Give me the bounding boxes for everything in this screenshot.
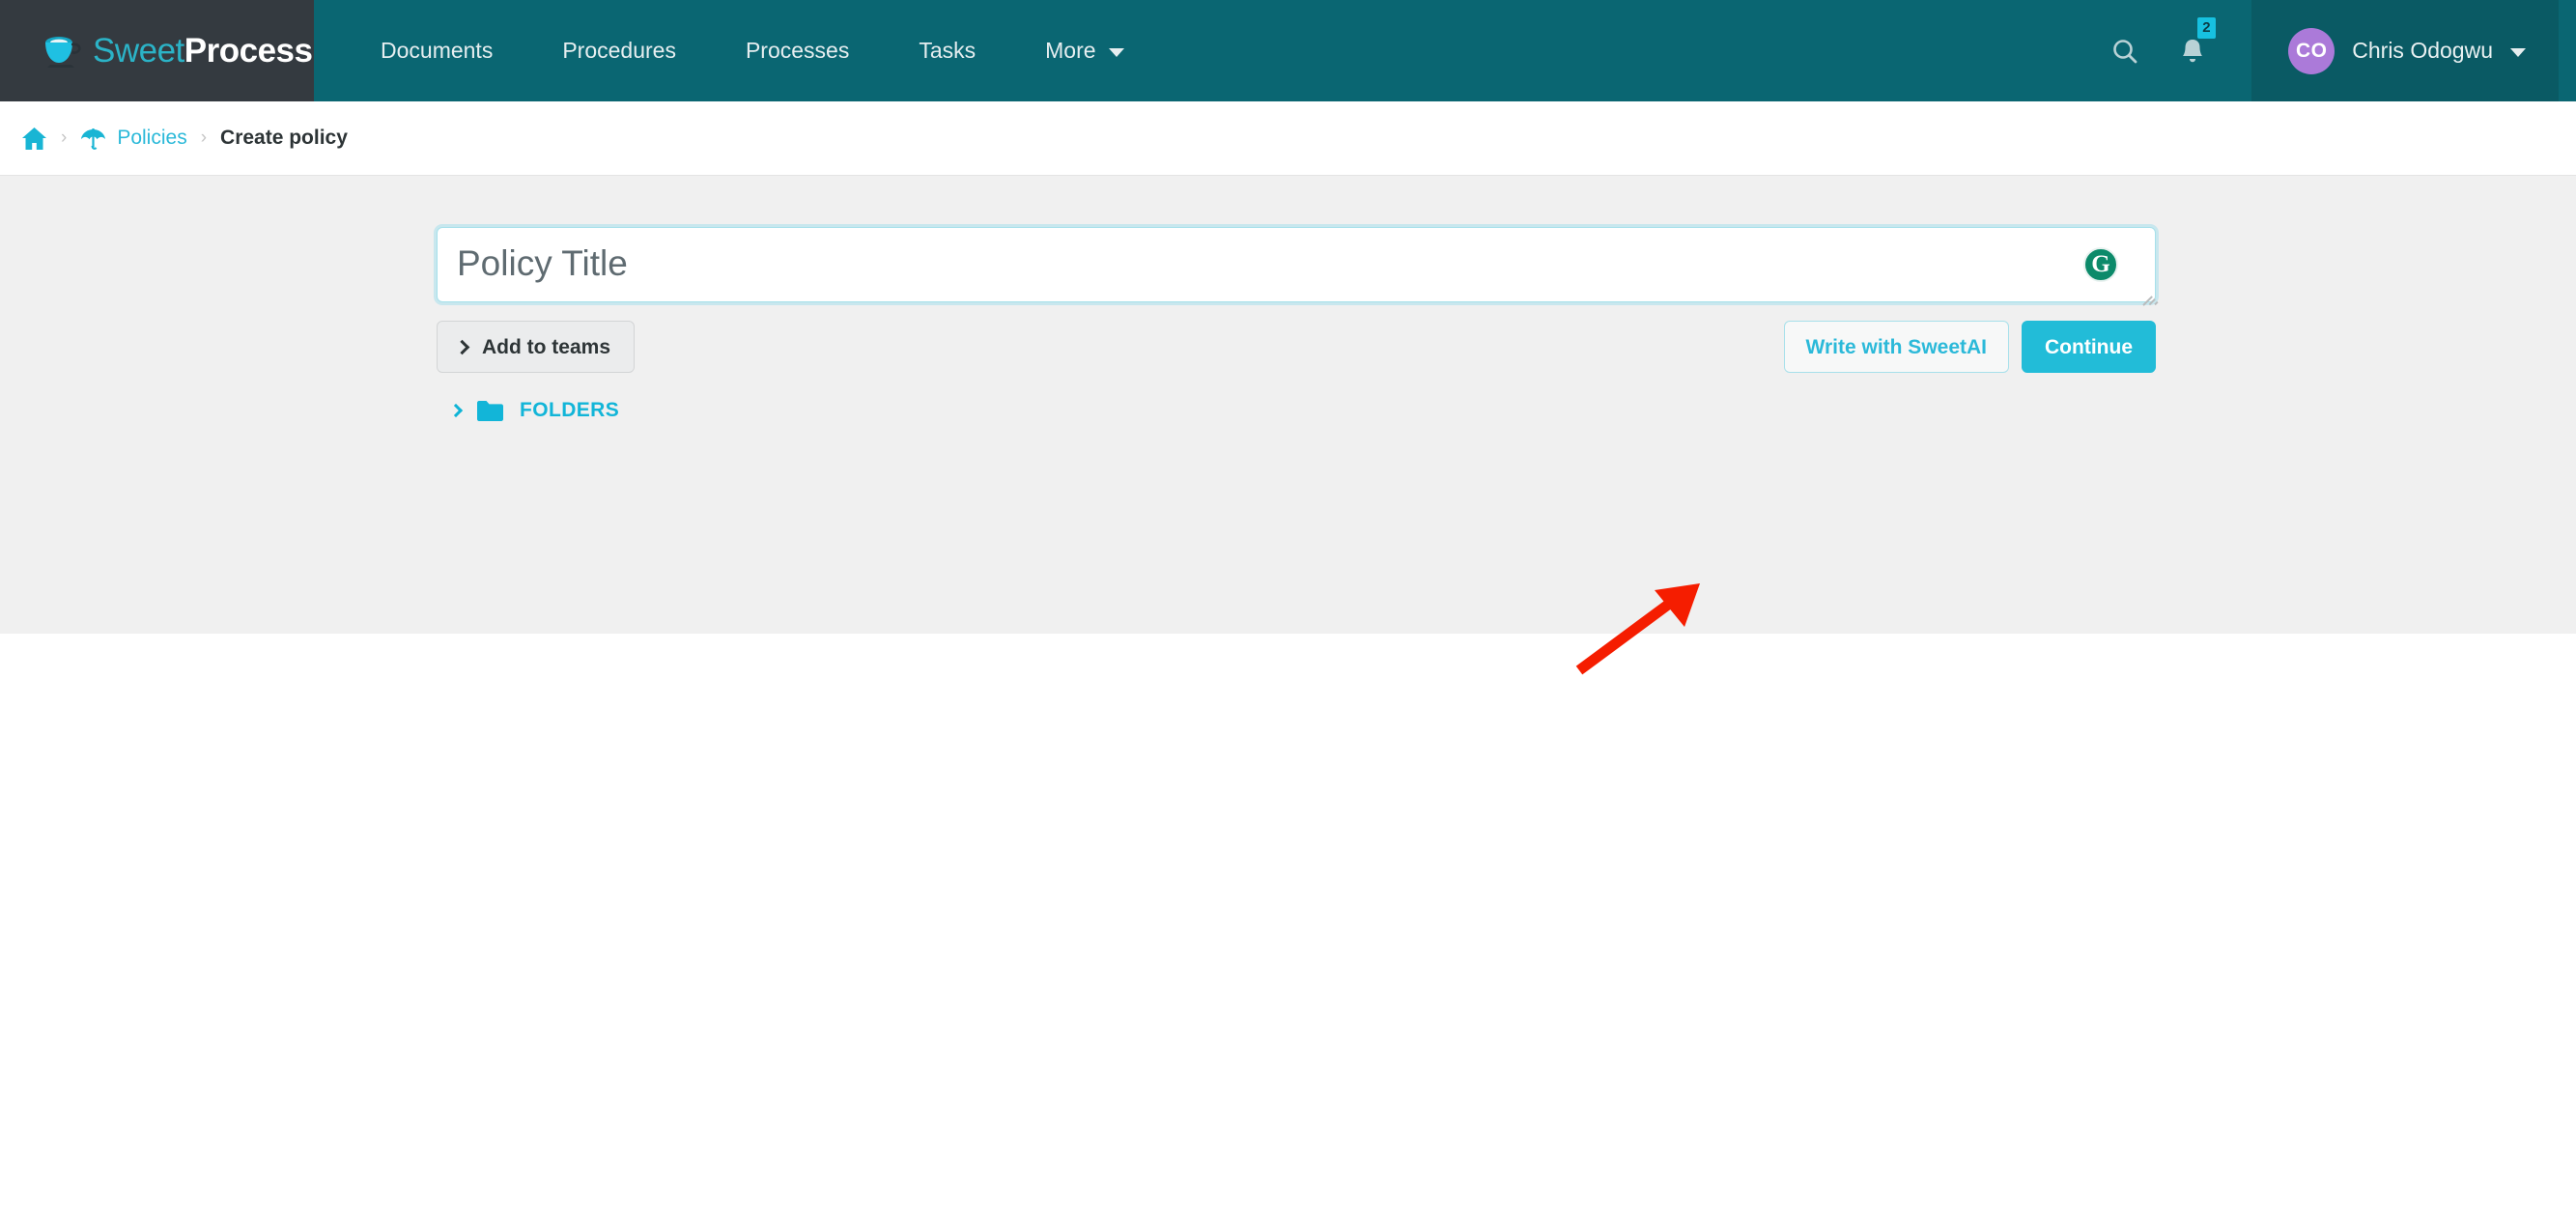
breadcrumb-item-label: Policies	[117, 127, 187, 149]
search-icon	[2113, 39, 2137, 63]
nav-item-label: More	[1045, 38, 1096, 63]
search-button[interactable]	[2091, 0, 2159, 101]
primary-nav: Documents Procedures Processes Tasks Mor…	[314, 0, 2091, 101]
nav-item-more[interactable]: More	[1010, 0, 1158, 101]
folder-icon	[477, 400, 503, 421]
notifications-button[interactable]: 2	[2159, 0, 2226, 101]
form-actions: Add to teams Write with SweetAI Continue	[437, 321, 2156, 373]
folders-label: FOLDERS	[520, 399, 620, 421]
nav-item-label: Processes	[745, 38, 850, 63]
user-menu[interactable]: CO Chris Odogwu	[2251, 0, 2559, 101]
chevron-right-icon	[448, 403, 464, 418]
create-policy-form: G Add to teams Write with SweetAI Contin…	[437, 227, 2159, 422]
folders-toggle[interactable]: FOLDERS	[437, 399, 619, 422]
resize-grip-icon[interactable]	[2138, 285, 2159, 305]
nav-item-procedures[interactable]: Procedures	[527, 0, 711, 101]
umbrella-icon	[81, 128, 106, 150]
coffee-cup-icon	[45, 36, 81, 68]
brand-logo[interactable]: SweetProcess	[0, 0, 314, 101]
policy-title-field[interactable]: G	[437, 227, 2159, 305]
grammarly-g-icon[interactable]: G	[2083, 247, 2118, 282]
policy-title-input[interactable]	[438, 228, 2155, 301]
add-to-teams-button[interactable]: Add to teams	[437, 321, 636, 373]
user-name-label: Chris Odogwu	[2352, 38, 2493, 63]
breadcrumb-item-policies[interactable]: Policies	[80, 127, 187, 150]
breadcrumb: › Policies › Create policy	[0, 101, 2576, 176]
nav-item-label: Procedures	[562, 38, 676, 63]
breadcrumb-separator: ›	[200, 127, 208, 148]
primary-actions: Write with SweetAI Continue	[1783, 321, 2156, 373]
chevron-right-icon	[454, 339, 470, 354]
chevron-down-icon	[2510, 47, 2526, 57]
bell-icon	[2183, 39, 2203, 62]
create-policy-panel: G Add to teams Write with SweetAI Contin…	[0, 176, 2576, 675]
notification-count-badge: 2	[2197, 17, 2216, 39]
nav-item-label: Documents	[381, 38, 494, 63]
nav-item-processes[interactable]: Processes	[711, 0, 884, 101]
brand-name-part2: Process	[184, 32, 313, 70]
breadcrumb-item-create-policy: Create policy	[220, 127, 348, 150]
write-with-sweetai-button[interactable]: Write with SweetAI	[1783, 321, 2010, 373]
nav-item-tasks[interactable]: Tasks	[884, 0, 1010, 101]
breadcrumb-item-label: Create policy	[220, 127, 348, 149]
add-to-teams-label: Add to teams	[482, 335, 611, 358]
chevron-down-icon	[1108, 47, 1124, 57]
page-background	[0, 634, 2576, 1218]
breadcrumb-separator: ›	[61, 127, 68, 148]
home-icon	[22, 127, 46, 150]
top-navigation-bar: SweetProcess Documents Procedures Proces…	[0, 0, 2576, 101]
brand-name-part1: Sweet	[93, 32, 184, 70]
avatar: CO	[2288, 27, 2335, 74]
topbar-right-controls: 2 CO Chris Odogwu	[2091, 0, 2576, 101]
nav-item-documents[interactable]: Documents	[346, 0, 527, 101]
brand-name: SweetProcess	[93, 34, 313, 68]
nav-item-label: Tasks	[919, 38, 977, 63]
continue-button[interactable]: Continue	[2022, 321, 2156, 373]
breadcrumb-home[interactable]	[21, 127, 47, 151]
